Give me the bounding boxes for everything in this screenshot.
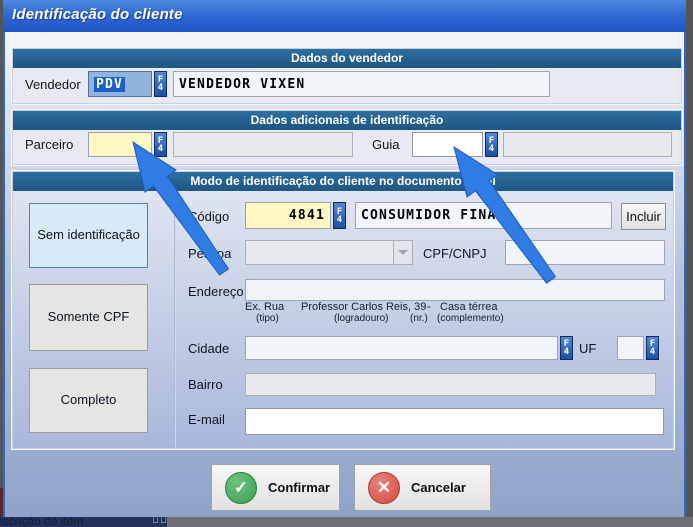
panel-divider (174, 192, 176, 447)
f4-bottom: 4 (158, 84, 163, 92)
codigo-input[interactable]: 4841 (245, 202, 331, 229)
guia-f4-lookup-button[interactable]: F 4 (485, 132, 498, 157)
endereco-hint-logradouro: Professor Carlos Reis, 39 (301, 301, 426, 313)
codigo-label: Código (188, 209, 229, 224)
guia-code-input[interactable] (412, 132, 483, 157)
cpf-cnpj-input[interactable] (505, 240, 665, 265)
vendedor-code-input[interactable]: PDV (88, 71, 152, 97)
cancel-x-icon: ✕ (368, 472, 400, 504)
endereco-input[interactable] (245, 279, 665, 301)
group-header-dados-adicionais: Dados adicionais de identificação (13, 111, 681, 130)
background-window-edge (0, 488, 3, 517)
incluir-button[interactable]: Incluir (621, 203, 666, 230)
f4-bottom: 4 (489, 145, 494, 153)
background-window-strip: escrição de item ⊔⊔ (0, 517, 693, 527)
pessoa-label: Pessoa (188, 246, 231, 261)
guia-label: Guia (372, 137, 399, 152)
background-window-strip-left: escrição de item ⊔⊔ (0, 517, 167, 527)
email-label: E-mail (188, 412, 225, 427)
endereco-hint-complemento: Casa térrea (440, 301, 497, 313)
mode-button-completo[interactable]: Completo (29, 368, 148, 433)
background-partial-text: escrição de item (0, 517, 83, 527)
parceiro-f4-lookup-button[interactable]: F 4 (154, 132, 167, 157)
cliente-nome-field[interactable]: CONSUMIDOR FINAL (355, 202, 612, 229)
uf-f4-lookup-button[interactable]: F 4 (646, 336, 659, 360)
confirm-check-icon: ✓ (225, 472, 257, 504)
uf-label: UF (579, 341, 596, 356)
guia-name-field (503, 132, 672, 157)
vendedor-label: Vendedor (25, 77, 81, 92)
cidade-input[interactable] (245, 336, 558, 360)
parceiro-code-input[interactable] (88, 132, 152, 157)
dialog-titlebar[interactable]: Identificação do cliente (3, 0, 686, 32)
endereco-caption-complemento: (complemento) (437, 313, 504, 324)
email-input[interactable] (245, 408, 664, 435)
cpf-cnpj-label: CPF/CNPJ (423, 246, 487, 261)
mode-button-somente-cpf[interactable]: Somente CPF (29, 284, 148, 351)
cidade-label: Cidade (188, 341, 229, 356)
bairro-label: Bairro (188, 377, 223, 392)
background-glyphs: ⊔⊔ (152, 517, 167, 526)
vendedor-f4-lookup-button[interactable]: F 4 (154, 71, 167, 97)
cancelar-button[interactable]: ✕ Cancelar (354, 464, 491, 511)
codigo-f4-lookup-button[interactable]: F 4 (333, 202, 346, 229)
screen: Identificação do cliente Dados do vended… (0, 0, 693, 527)
endereco-caption-numero: (nr.) (410, 313, 428, 324)
endereco-caption-tipo: (tipo) (256, 313, 279, 324)
mode-button-sem-identificacao[interactable]: Sem identificação (29, 203, 148, 268)
f4-bottom: 4 (337, 216, 342, 224)
parceiro-label: Parceiro (25, 137, 73, 152)
group-header-dados-vendedor: Dados do vendedor (13, 49, 681, 68)
endereco-hint-separador: - (427, 301, 431, 313)
bairro-field (245, 373, 656, 396)
parceiro-name-field (173, 132, 353, 157)
uf-input[interactable] (617, 336, 644, 360)
dialog-title: Identificação do cliente (12, 6, 183, 23)
endereco-caption-logradouro: (logradouro) (334, 313, 388, 324)
f4-bottom: 4 (564, 348, 569, 356)
cidade-f4-lookup-button[interactable]: F 4 (560, 336, 573, 360)
group-header-modo-identificacao: Modo de identificação do cliente no docu… (13, 172, 673, 191)
vendedor-code-selected-text: PDV (94, 77, 125, 92)
cancelar-button-label: Cancelar (411, 480, 466, 495)
endereco-label: Endereço (188, 284, 244, 299)
confirmar-button[interactable]: ✓ Confirmar (211, 464, 340, 511)
endereco-hint-exemplo: Ex. Rua (245, 301, 284, 313)
vendedor-name-field[interactable]: VENDEDOR VIXEN (173, 71, 550, 97)
confirmar-button-label: Confirmar (268, 480, 330, 495)
chevron-down-icon[interactable] (393, 241, 412, 264)
pessoa-select[interactable] (245, 240, 413, 265)
f4-bottom: 4 (158, 145, 163, 153)
f4-bottom: 4 (650, 348, 655, 356)
